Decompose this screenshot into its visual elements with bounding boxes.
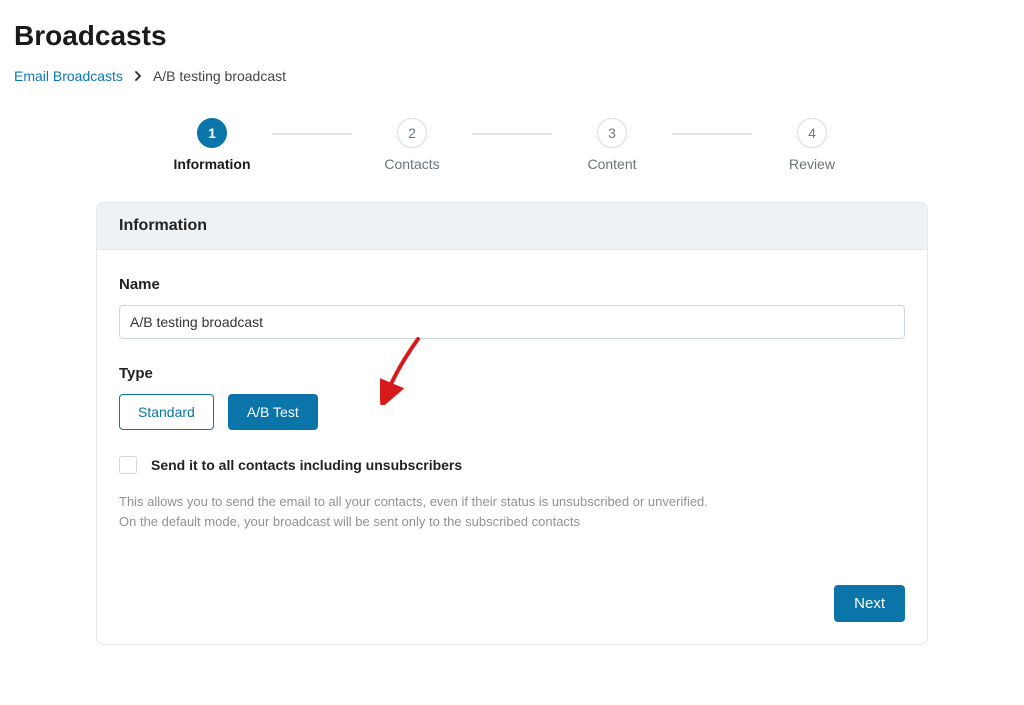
field-name: Name (119, 276, 905, 339)
page-title: Broadcasts (14, 20, 1010, 52)
step-review[interactable]: 4 Review (752, 118, 872, 172)
checkbox-row-all-contacts: Send it to all contacts including unsubs… (119, 456, 905, 474)
type-label: Type (119, 365, 905, 382)
help-line-2: On the default mode, your broadcast will… (119, 514, 580, 529)
step-number: 3 (597, 118, 627, 148)
step-bar (272, 133, 352, 135)
step-label: Information (174, 156, 251, 172)
help-line-1: This allows you to send the email to all… (119, 494, 708, 509)
panel-footer: Next (119, 585, 905, 622)
field-type: Type Standard A/B Test (119, 365, 905, 430)
panel-body: Name Type Standard A/B Test Send it to a… (97, 250, 927, 644)
step-contacts[interactable]: 2 Contacts (352, 118, 472, 172)
step-information[interactable]: 1 Information (152, 118, 272, 172)
type-standard-button[interactable]: Standard (119, 394, 214, 430)
breadcrumb-current: A/B testing broadcast (153, 68, 286, 84)
breadcrumb: Email Broadcasts A/B testing broadcast (14, 68, 1010, 84)
panel-information: Information Name Type (96, 202, 928, 645)
chevron-right-icon (133, 71, 143, 81)
step-bar (672, 133, 752, 135)
step-number: 1 (197, 118, 227, 148)
stepper: 1 Information 2 Contacts 3 Content 4 Rev… (152, 118, 872, 172)
step-label: Review (789, 156, 835, 172)
all-contacts-checkbox[interactable] (119, 456, 137, 474)
breadcrumb-link-email-broadcasts[interactable]: Email Broadcasts (14, 68, 123, 84)
step-number: 2 (397, 118, 427, 148)
step-number: 4 (797, 118, 827, 148)
step-label: Content (587, 156, 636, 172)
step-label: Contacts (384, 156, 439, 172)
name-input[interactable] (119, 305, 905, 339)
all-contacts-label: Send it to all contacts including unsubs… (151, 457, 462, 473)
panel-header: Information (97, 203, 927, 250)
help-text: This allows you to send the email to all… (119, 492, 905, 531)
step-bar (472, 133, 552, 135)
next-button[interactable]: Next (834, 585, 905, 622)
name-label: Name (119, 276, 905, 293)
type-abtest-button[interactable]: A/B Test (228, 394, 318, 430)
step-content[interactable]: 3 Content (552, 118, 672, 172)
